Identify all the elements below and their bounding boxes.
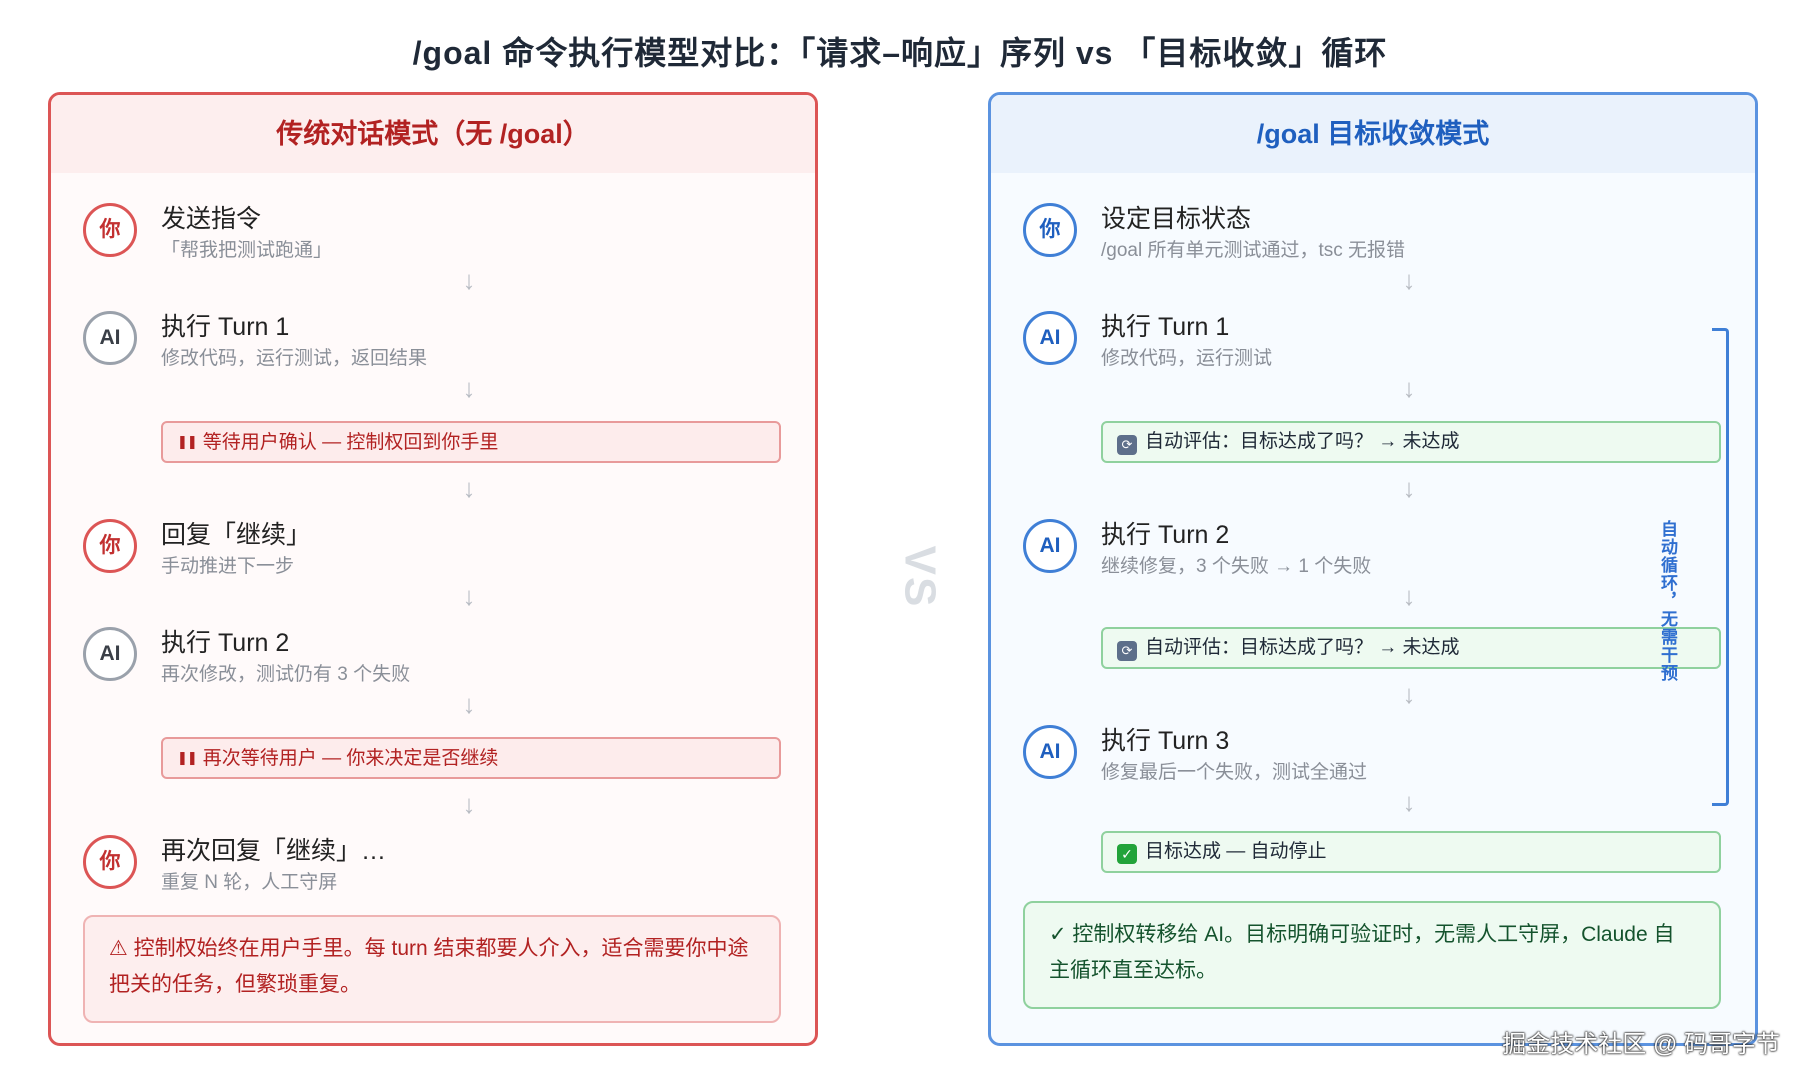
ai-avatar: AI xyxy=(1023,725,1077,779)
auto-loop-label: 自动循环，无需干预 xyxy=(1658,520,1677,682)
step-subtitle: 手动推进下一步 xyxy=(161,556,295,577)
down-arrow-icon: ↓ xyxy=(1402,679,1416,709)
step-title: 设定目标状态 xyxy=(1101,205,1252,233)
step-subtitle: 「帮我把测试跑通」 xyxy=(161,240,333,261)
step-subtitle: 继续修复，3 个失败 → 1 个失败 xyxy=(1101,556,1372,577)
eval-text: 自动评估：目标达成了吗？ → 未达成 xyxy=(1145,637,1460,658)
vs-label: VS xyxy=(895,545,945,609)
pause-icon: ❚❚ xyxy=(177,750,198,765)
step-title: 执行 Turn 3 xyxy=(1101,727,1230,755)
wait-text: 等待用户确认 — 控制权回到你手里 xyxy=(202,432,499,453)
step-subtitle: 修改代码，运行测试 xyxy=(1101,348,1273,369)
down-arrow-icon: ↓ xyxy=(1402,473,1416,503)
step-title: 回复「继续」 xyxy=(161,521,312,549)
step-subtitle: 修改代码，运行测试，返回结果 xyxy=(161,348,428,369)
step-title: 再次回复「继续」… xyxy=(161,837,387,865)
step-title: 执行 Turn 2 xyxy=(1101,521,1230,549)
down-arrow-icon: ↓ xyxy=(1402,265,1416,295)
goal-reached-banner: ✓ 目标达成 — 自动停止 xyxy=(1101,831,1721,873)
step-subtitle: 再次修改，测试仍有 3 个失败 xyxy=(161,664,411,685)
step-title: 执行 Turn 1 xyxy=(161,313,290,341)
step-subtitle: /goal 所有单元测试通过，tsc 无报错 xyxy=(1101,240,1406,261)
step-title: 发送指令 xyxy=(161,205,262,233)
step-subtitle: 修复最后一个失败，测试全通过 xyxy=(1101,762,1368,783)
eval-text: 自动评估：目标达成了吗？ → 未达成 xyxy=(1145,431,1460,452)
user-avatar: 你 xyxy=(83,519,137,573)
down-arrow-icon: ↓ xyxy=(1402,373,1416,403)
page-title: /goal 命令执行模型对比：「请求–响应」序列 vs 「目标收敛」循环 xyxy=(412,35,1388,71)
wait-confirm-banner: ❚❚ 等待用户确认 — 控制权回到你手里 xyxy=(161,421,781,463)
wait-again-banner: ❚❚ 再次等待用户 — 你来决定是否继续 xyxy=(161,737,781,779)
goal-mode-header: /goal 目标收敛模式 xyxy=(991,95,1755,173)
down-arrow-icon: ↓ xyxy=(462,689,476,719)
user-avatar: 你 xyxy=(83,835,137,889)
down-arrow-icon: ↓ xyxy=(1402,787,1416,817)
step-subtitle: 重复 N 轮，人工守屏 xyxy=(161,872,338,893)
auto-eval-banner: ⟳ 自动评估：目标达成了吗？ → 未达成 xyxy=(1101,627,1721,669)
step-title: 执行 Turn 2 xyxy=(161,629,290,657)
auto-eval-banner: ⟳ 自动评估：目标达成了吗？ → 未达成 xyxy=(1101,421,1721,463)
wait-text: 再次等待用户 — 你来决定是否继续 xyxy=(202,748,499,769)
loop-bracket xyxy=(1712,328,1729,806)
down-arrow-icon: ↓ xyxy=(462,265,476,295)
step-title: 执行 Turn 1 xyxy=(1101,313,1230,341)
user-avatar: 你 xyxy=(83,203,137,257)
ai-avatar: AI xyxy=(83,627,137,681)
control-transfer-note: ✓ 控制权转移给 AI。目标明确可验证时，无需人工守屏，Claude 自主循环直… xyxy=(1023,901,1721,1009)
ai-avatar: AI xyxy=(1023,519,1077,573)
down-arrow-icon: ↓ xyxy=(462,373,476,403)
check-box-icon: ✓ xyxy=(1117,844,1137,864)
traditional-mode-panel: 传统对话模式（无 /goal） 你 发送指令 「帮我把测试跑通」 ↓ AI 执行… xyxy=(48,92,818,1046)
eval-text: 目标达成 — 自动停止 xyxy=(1145,841,1327,862)
down-arrow-icon: ↓ xyxy=(462,581,476,611)
refresh-icon: ⟳ xyxy=(1117,435,1137,455)
watermark: 掘金技术社区 @ 码哥字节 xyxy=(1502,1031,1780,1058)
down-arrow-icon: ↓ xyxy=(462,789,476,819)
user-avatar: 你 xyxy=(1023,203,1077,257)
pause-icon: ❚❚ xyxy=(177,434,198,449)
down-arrow-icon: ↓ xyxy=(1402,581,1416,611)
ai-avatar: AI xyxy=(83,311,137,365)
down-arrow-icon: ↓ xyxy=(462,473,476,503)
refresh-icon: ⟳ xyxy=(1117,641,1137,661)
control-warning-note: ⚠ 控制权始终在用户手里。每 turn 结束都要人介入，适合需要你中途把关的任务… xyxy=(83,915,781,1023)
traditional-mode-header: 传统对话模式（无 /goal） xyxy=(51,95,815,173)
ai-avatar: AI xyxy=(1023,311,1077,365)
